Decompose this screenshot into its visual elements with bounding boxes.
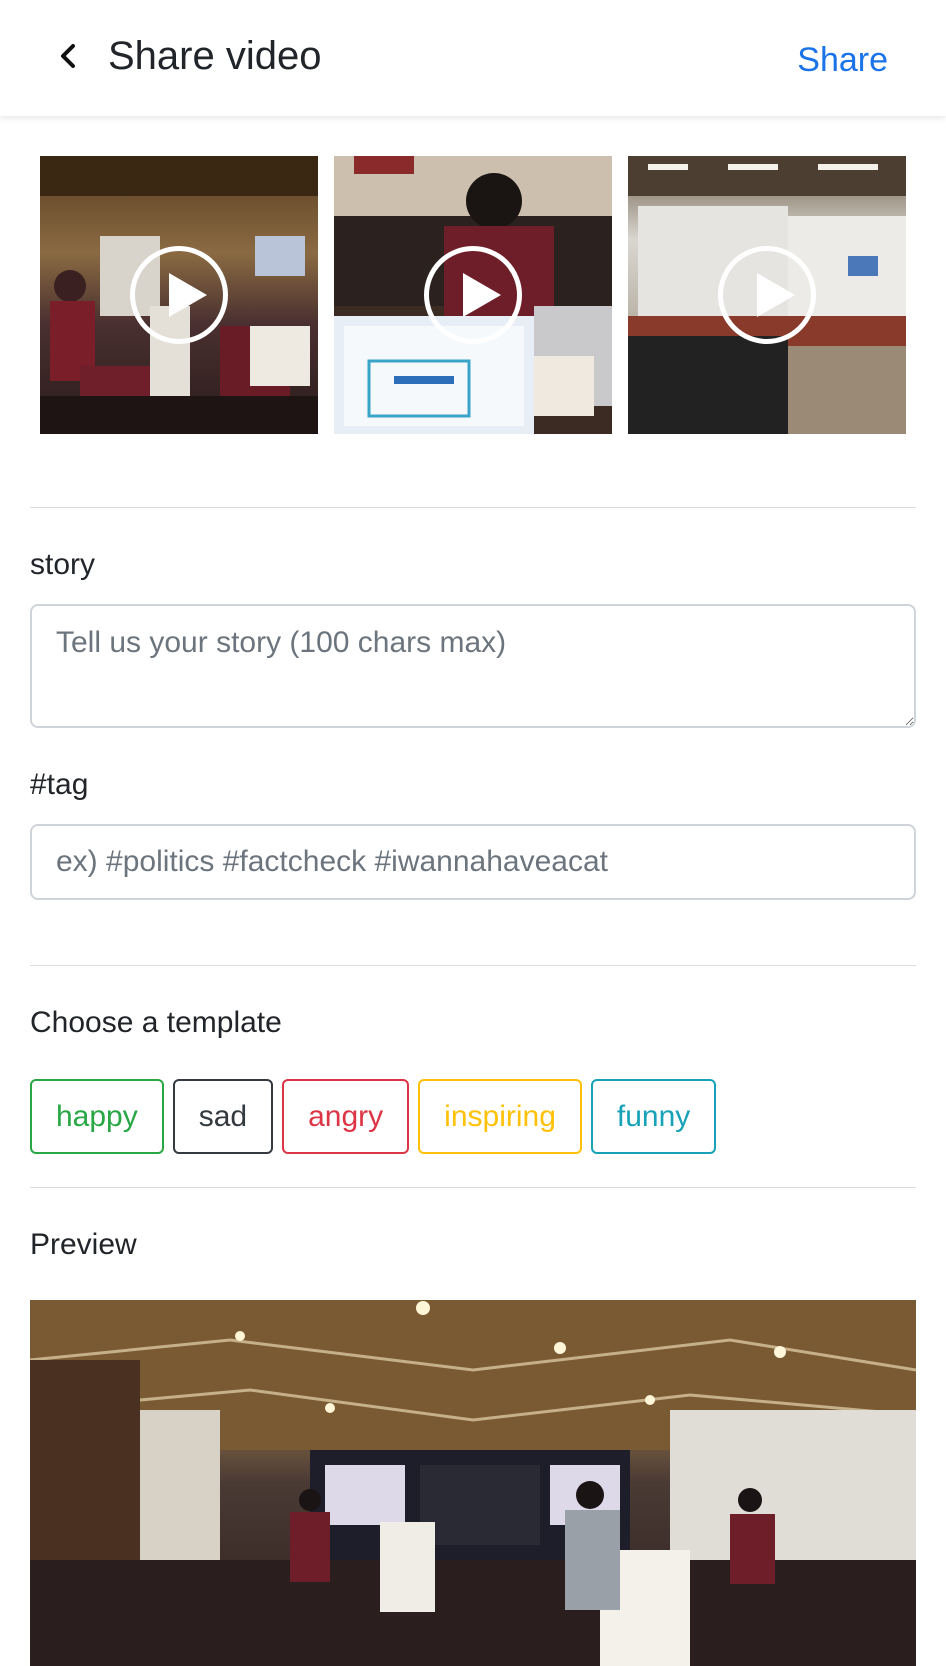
template-inspiring-button[interactable]: inspiring (418, 1079, 582, 1154)
preview-scene (30, 1300, 916, 1666)
share-button[interactable]: Share (797, 40, 888, 80)
section-divider (30, 507, 916, 508)
template-angry-button[interactable]: angry (282, 1079, 410, 1154)
video-thumbnail-1[interactable] (40, 156, 318, 434)
play-icon (424, 246, 522, 344)
tag-label: #tag (30, 768, 89, 801)
preview-image (30, 1300, 916, 1666)
video-thumbnail-3[interactable] (628, 156, 906, 434)
template-section-label: Choose a template (30, 1006, 282, 1039)
chevron-left-icon (61, 44, 75, 68)
back-button[interactable] (50, 38, 86, 74)
section-divider (30, 965, 916, 966)
app-header: Share video Share (0, 0, 946, 116)
template-funny-button[interactable]: funny (590, 1079, 717, 1154)
template-happy-button[interactable]: happy (30, 1079, 164, 1154)
section-divider (30, 1187, 916, 1188)
template-button-group: happy sad angry inspiring funny (30, 1079, 717, 1154)
video-thumbnail-strip (40, 156, 906, 434)
tag-input[interactable] (30, 824, 916, 900)
page-title: Share video (108, 34, 322, 78)
story-input[interactable] (30, 604, 916, 728)
video-thumbnail-2[interactable] (334, 156, 612, 434)
story-label: story (30, 548, 96, 581)
play-icon (130, 246, 228, 344)
play-icon (718, 246, 816, 344)
template-sad-button[interactable]: sad (172, 1079, 274, 1154)
preview-label: Preview (30, 1228, 137, 1261)
